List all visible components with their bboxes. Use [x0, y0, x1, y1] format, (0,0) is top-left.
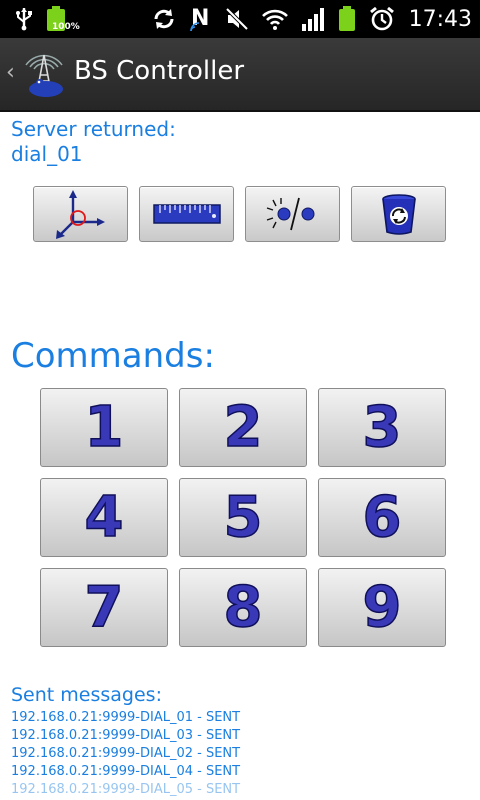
home-up-button[interactable]: ‹ [0, 38, 70, 110]
axes-icon [55, 190, 105, 239]
sync-icon [154, 9, 174, 29]
sent-message-item: 192.168.0.21:9999-DIAL_03 - SENT [11, 728, 241, 743]
command-label-6: 6 [362, 484, 402, 551]
command-button-1[interactable]: 1 [40, 388, 168, 467]
sent-message-item: 192.168.0.21:9999-DIAL_05 - SENT [11, 782, 241, 797]
command-label-4: 4 [84, 484, 124, 551]
sent-message-item: 192.168.0.21:9999-DIAL_01 - SENT [11, 710, 241, 725]
server-returned-label: Server returned: [11, 117, 176, 141]
clock: 17:43 [408, 6, 472, 32]
recycle-bin-icon [381, 194, 416, 235]
command-label-7: 7 [84, 574, 124, 641]
command-button-6[interactable]: 6 [318, 478, 446, 557]
app-logo-icon [25, 54, 63, 97]
command-button-7[interactable]: 7 [40, 568, 168, 647]
ruler-button[interactable] [139, 186, 234, 242]
command-label-9: 9 [362, 574, 402, 641]
brightness-button[interactable] [245, 186, 340, 242]
command-button-8[interactable]: 8 [179, 568, 307, 647]
command-button-3[interactable]: 3 [318, 388, 446, 467]
status-bar: 100% N 17:43 [0, 0, 480, 38]
command-button-9[interactable]: 9 [318, 568, 446, 647]
action-bar: ‹ BS Controller [0, 38, 480, 112]
wifi-icon [261, 9, 288, 30]
command-label-1: 1 [84, 394, 124, 461]
command-button-5[interactable]: 5 [179, 478, 307, 557]
status-right: N 17:43 [151, 4, 472, 34]
command-label-3: 3 [362, 394, 402, 461]
server-returned-value: dial_01 [11, 142, 83, 166]
back-chevron-icon: ‹ [6, 60, 15, 85]
app-title: BS Controller [74, 56, 245, 86]
command-button-4[interactable]: 4 [40, 478, 168, 557]
mute-icon [225, 7, 249, 31]
axes-button[interactable] [33, 186, 128, 242]
sent-message-item: 192.168.0.21:9999-DIAL_04 - SENT [11, 764, 241, 779]
sent-messages-label: Sent messages: [11, 684, 162, 706]
command-label-5: 5 [223, 484, 263, 551]
sent-message-item: 192.168.0.21:9999-DIAL_02 - SENT [11, 746, 241, 761]
battery-percent: 100% [52, 22, 80, 32]
signal-icon [301, 8, 324, 31]
ruler-icon [152, 204, 221, 224]
nfc-icon: N [189, 6, 209, 32]
command-label-8: 8 [223, 574, 263, 641]
recycle-bin-button[interactable] [351, 186, 446, 242]
commands-heading: Commands: [11, 336, 215, 376]
command-label-2: 2 [223, 394, 263, 461]
alarm-icon [369, 6, 394, 31]
battery-icon [338, 6, 355, 31]
usb-icon [16, 8, 32, 31]
command-button-2[interactable]: 2 [179, 388, 307, 467]
brightness-icon [266, 197, 314, 231]
